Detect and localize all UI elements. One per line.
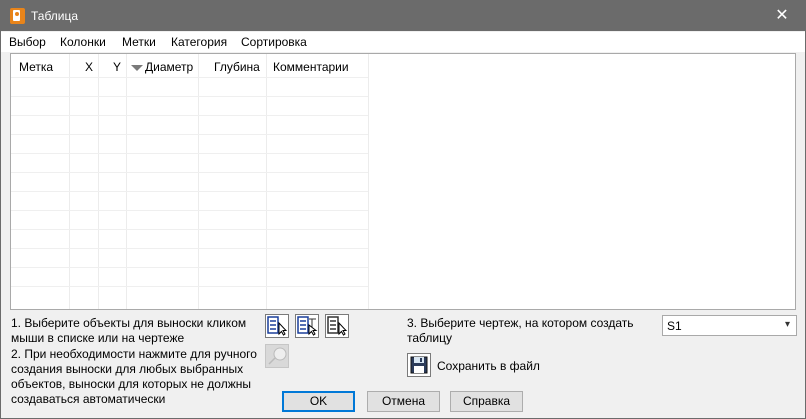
column-divider[interactable] (368, 54, 369, 309)
column-header-diameter[interactable]: Диаметр (145, 60, 193, 74)
list-select-icon (267, 316, 288, 336)
drawing-select-icon (297, 316, 318, 336)
ok-button[interactable]: OK (282, 391, 355, 412)
help-button[interactable]: Справка (450, 391, 523, 412)
select-all-button[interactable] (325, 314, 349, 338)
column-header-label[interactable]: Метка (19, 60, 53, 74)
list-cursor-icon (327, 316, 348, 336)
grid-line (11, 191, 368, 192)
select-in-list-button[interactable] (265, 314, 289, 338)
column-divider[interactable] (198, 54, 199, 309)
manual-callout-button[interactable] (265, 344, 289, 368)
instruction-step-2: 2. При необходимости нажмите для ручного… (11, 347, 257, 406)
sheet-select-value: S1 (667, 319, 682, 333)
column-divider[interactable] (266, 54, 267, 309)
grid-line (11, 134, 368, 135)
menu-item-sorting[interactable]: Сортировка (241, 35, 307, 49)
title-bar[interactable]: Таблица ✕ (1, 1, 805, 31)
grid-line (11, 229, 368, 230)
instruction-step-1: 1. Выберите объекты для выноски кликом м… (11, 316, 247, 345)
grid-line (11, 172, 368, 173)
save-to-file-label[interactable]: Сохранить в файл (437, 359, 540, 373)
instruction-step-3: 3. Выберите чертеж, на котором создать т… (407, 316, 634, 345)
grid-line (11, 96, 368, 97)
column-header-comments[interactable]: Комментарии (273, 60, 349, 74)
data-table[interactable]: Метка X Y Диаметр Глубина Комментарии (10, 53, 796, 310)
callout-icon (268, 347, 287, 365)
menu-item-category[interactable]: Категория (171, 35, 227, 49)
menu-item-columns[interactable]: Колонки (60, 35, 106, 49)
column-divider[interactable] (69, 54, 70, 309)
sheet-select[interactable]: S1 ▾ (662, 315, 797, 336)
menu-item-labels[interactable]: Метки (122, 35, 156, 49)
select-on-drawing-button[interactable] (295, 314, 319, 338)
grid-line (11, 267, 368, 268)
grid-line (11, 210, 368, 211)
sort-descending-icon (131, 65, 143, 71)
grid-line (11, 77, 368, 78)
column-divider[interactable] (98, 54, 99, 309)
column-header-y[interactable]: Y (113, 60, 121, 74)
grid-line (11, 248, 368, 249)
grid-line (11, 153, 368, 154)
grid-line (11, 286, 368, 287)
column-header-depth[interactable]: Глубина (214, 60, 260, 74)
save-to-file-button[interactable] (407, 353, 431, 377)
floppy-disk-icon (410, 356, 428, 374)
column-header-x[interactable]: X (85, 60, 93, 74)
chevron-down-icon: ▾ (784, 319, 790, 330)
table-dialog: Таблица ✕ Выбор Колонки Метки Категория … (0, 0, 806, 419)
close-icon: ✕ (775, 7, 789, 24)
menu-item-select[interactable]: Выбор (9, 35, 46, 49)
cancel-button[interactable]: Отмена (367, 391, 440, 412)
app-icon (10, 8, 25, 24)
menu-bar: Выбор Колонки Метки Категория Сортировка (1, 32, 805, 52)
window-title: Таблица (31, 9, 79, 23)
column-divider[interactable] (126, 54, 127, 309)
grid-line (11, 115, 368, 116)
close-button[interactable]: ✕ (759, 1, 805, 31)
